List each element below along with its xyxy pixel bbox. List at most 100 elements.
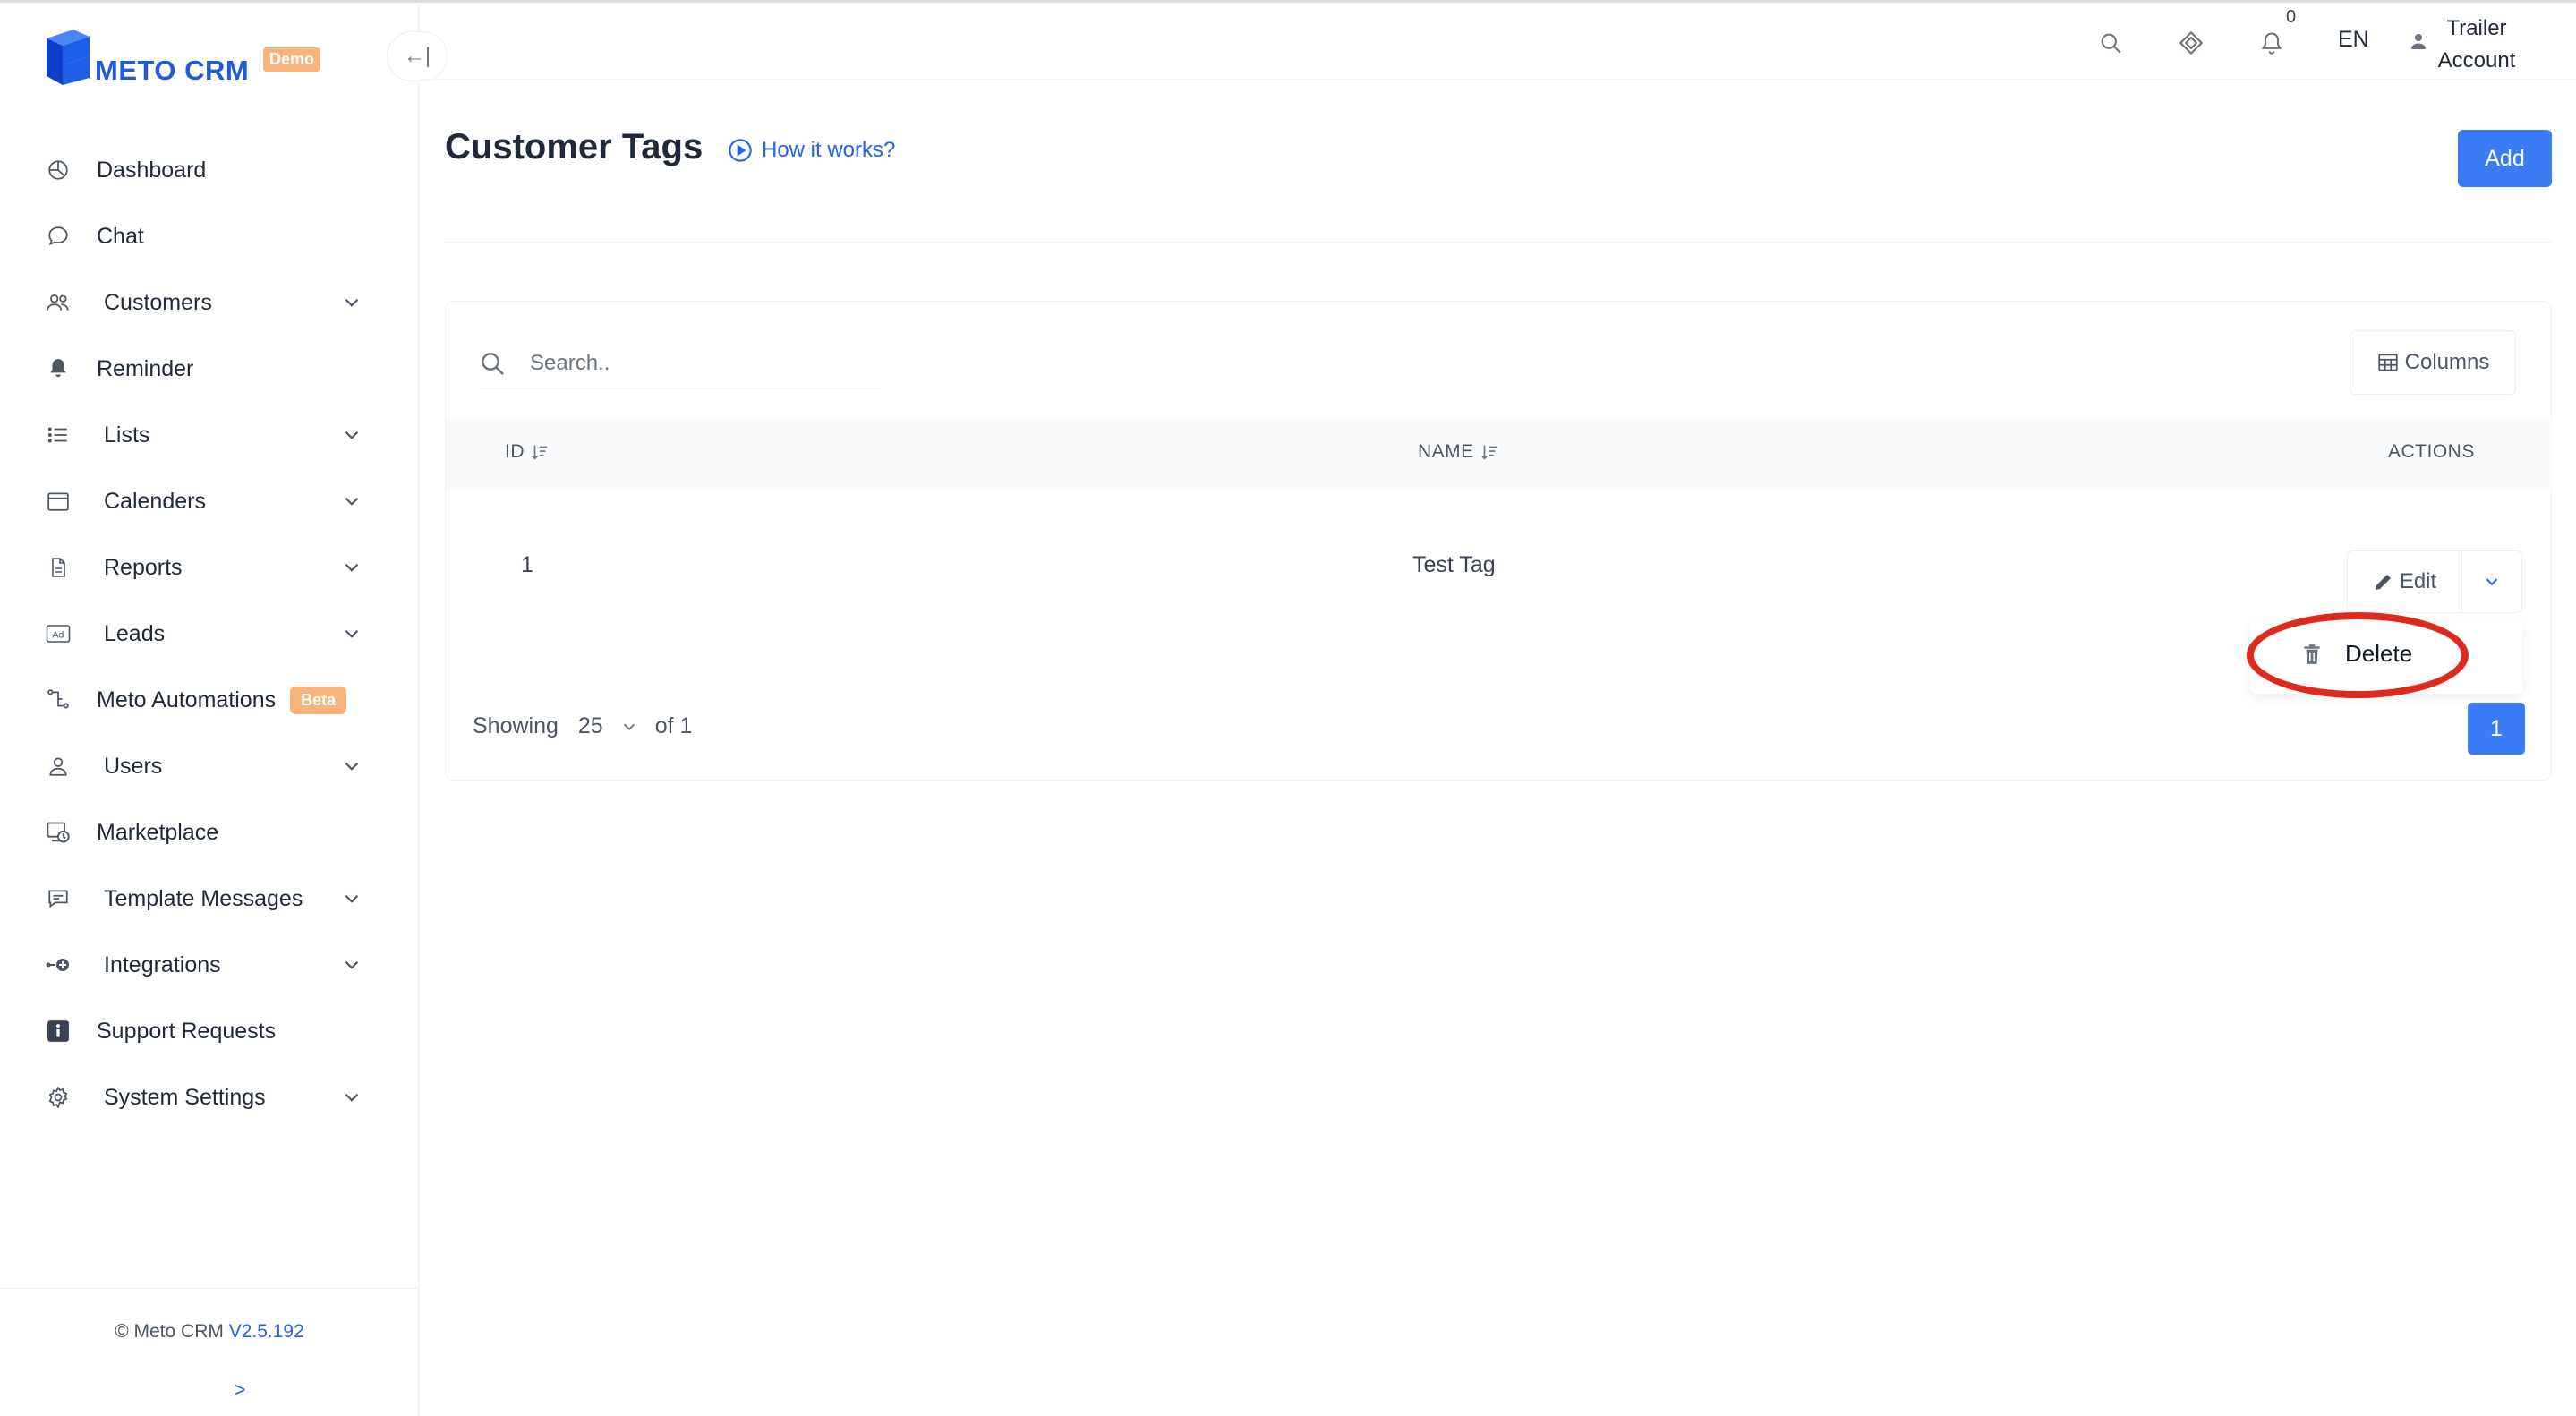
bell-icon <box>45 355 72 382</box>
chevron-down-icon <box>623 723 635 730</box>
bell-icon <box>2261 32 2282 55</box>
how-it-works-link[interactable]: How it works? <box>728 138 895 163</box>
sidebar-item-label: Chat <box>97 223 144 249</box>
column-header-name[interactable]: NAME <box>1418 441 1499 463</box>
sidebar-item-chat[interactable]: Chat <box>0 203 419 269</box>
sidebar: METO CRM Demo ←| Dashboard Chat Customer… <box>0 3 448 1416</box>
search-bar <box>478 337 881 389</box>
sidebar-item-label: Marketplace <box>97 819 219 845</box>
sidebar-item-integrations[interactable]: Integrations <box>0 932 419 998</box>
chevron-down-icon <box>345 629 359 638</box>
sidebar-item-label: Customers <box>104 289 212 315</box>
pencil-icon <box>2375 575 2391 590</box>
sidebar-item-label: Leads <box>104 620 166 646</box>
sidebar-item-customers[interactable]: Customers <box>0 269 419 336</box>
demo-badge: Demo <box>263 47 321 72</box>
sidebar-item-dashboard[interactable]: Dashboard <box>0 137 419 203</box>
sidebar-item-label: Meto Automations <box>97 687 277 712</box>
sidebar-item-system-settings[interactable]: System Settings <box>0 1064 419 1130</box>
sidebar-item-leads[interactable]: Ad Leads <box>0 601 419 667</box>
brand-logo[interactable]: METO CRM Demo <box>43 21 338 92</box>
chevron-down-icon <box>345 563 359 572</box>
beta-badge: Beta <box>290 686 347 714</box>
dashboard-icon <box>45 157 72 183</box>
notification-count: 0 <box>2286 7 2297 27</box>
column-header-id[interactable]: ID <box>505 441 550 463</box>
sort-icon <box>532 445 548 460</box>
collapse-arrow-icon: ←| <box>403 44 431 68</box>
sidebar-item-support-requests[interactable]: Support Requests <box>0 998 419 1064</box>
sidebar-item-label: Reminder <box>97 355 194 381</box>
sidebar-nav: Dashboard Chat Customers Reminder Lists … <box>0 137 419 1130</box>
page-title: Customer Tags <box>445 127 704 166</box>
user-icon <box>45 753 72 780</box>
chevron-down-icon <box>2486 578 2498 586</box>
search-icon <box>482 352 504 375</box>
user-icon <box>2411 34 2426 49</box>
calendar-icon <box>45 488 72 515</box>
showing-label: Showing <box>473 713 559 738</box>
report-icon <box>45 554 72 581</box>
sidebar-item-reports[interactable]: Reports <box>0 534 419 601</box>
column-header-label: ACTIONS <box>2388 441 2475 462</box>
list-icon <box>45 422 72 448</box>
customers-icon <box>45 289 72 316</box>
version-link[interactable]: V2.5.192 <box>229 1321 304 1342</box>
sidebar-item-reminder[interactable]: Reminder <box>0 336 419 402</box>
marketplace-icon <box>45 819 72 846</box>
tags-table-card: Columns ID NAME ACTIONS 1 Test Tag Edit … <box>445 301 2553 781</box>
header-search-button[interactable] <box>2094 27 2127 59</box>
cell-id: 1 <box>521 552 533 577</box>
sidebar-item-label: Calenders <box>104 488 206 514</box>
add-button[interactable]: Add <box>2458 130 2552 187</box>
diamond-icon <box>2179 30 2204 55</box>
integration-icon <box>45 951 72 978</box>
header-divider <box>419 79 2576 80</box>
chat-icon <box>45 223 72 250</box>
collapse-sidebar-button[interactable]: ←| <box>387 31 448 81</box>
automation-icon <box>45 687 72 713</box>
search-icon <box>2101 33 2121 54</box>
brand-name: METO CRM <box>95 55 250 86</box>
language-selector[interactable]: EN <box>2338 27 2369 53</box>
chevron-down-icon <box>345 762 359 771</box>
header-notifications-button[interactable] <box>2256 27 2288 59</box>
sidebar-item-users[interactable]: Users <box>0 733 419 799</box>
sidebar-item-lists[interactable]: Lists <box>0 402 419 468</box>
delete-label: Delete <box>2345 640 2413 667</box>
edit-button[interactable]: Edit <box>2347 550 2461 613</box>
ad-icon: Ad <box>45 620 72 647</box>
sidebar-item-label: Dashboard <box>97 157 207 183</box>
sidebar-item-label: Support Requests <box>97 1018 277 1044</box>
per-page-select[interactable]: 25 <box>578 713 639 739</box>
cell-name: Test Tag <box>1412 552 1496 577</box>
sidebar-item-label: Lists <box>104 422 150 448</box>
chevron-down-icon <box>345 298 359 307</box>
chevron-down-icon <box>345 497 359 506</box>
column-header-label: NAME <box>1418 441 1474 462</box>
sidebar-item-calenders[interactable]: Calenders <box>0 468 419 534</box>
expand-arrow-icon[interactable]: > <box>0 1378 480 1402</box>
account-menu[interactable]: Trailer Account <box>2427 13 2526 77</box>
how-it-works-label: How it works? <box>762 138 896 162</box>
columns-label: Columns <box>2404 350 2490 374</box>
trash-icon <box>2304 644 2320 664</box>
sort-icon <box>1480 445 1497 460</box>
chevron-down-icon <box>345 960 359 969</box>
account-name-line1: Trailer <box>2446 16 2507 40</box>
title-divider <box>445 242 2552 243</box>
table-icon <box>2378 354 2398 371</box>
table-header: ID NAME ACTIONS <box>446 418 2553 490</box>
sidebar-item-marketplace[interactable]: Marketplace <box>0 799 419 866</box>
columns-button[interactable]: Columns <box>2350 330 2516 395</box>
row-actions-dropdown-toggle[interactable] <box>2461 550 2522 613</box>
sidebar-item-meto-automations[interactable]: Meto Automations Beta <box>0 667 419 733</box>
chevron-down-icon <box>345 1093 359 1102</box>
delete-menu-item[interactable]: Delete <box>2300 640 2412 668</box>
column-header-label: ID <box>505 441 525 462</box>
search-input[interactable] <box>530 350 870 376</box>
chevron-down-icon <box>345 894 359 903</box>
sidebar-item-template-messages[interactable]: Template Messages <box>0 866 419 932</box>
page-button-current[interactable]: 1 <box>2468 703 2525 755</box>
header-apps-button[interactable] <box>2175 27 2207 59</box>
